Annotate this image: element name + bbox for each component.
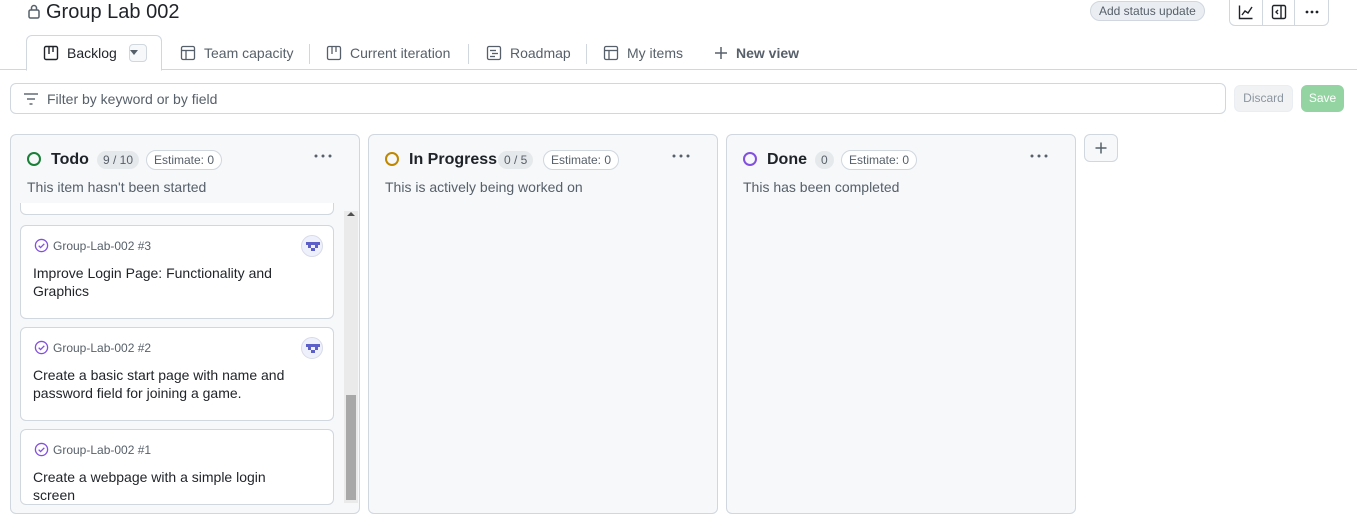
issue-card[interactable]: Group-Lab-002 #1 Create a webpage with a… <box>20 429 334 505</box>
column-estimate-badge: Estimate: 0 <box>543 150 620 170</box>
avatar[interactable] <box>301 235 323 257</box>
tab-label: Team capacity <box>204 45 294 61</box>
column-count-badge: 0 / 5 <box>498 151 534 169</box>
view-tabs: Backlog Team capacity Current iteration … <box>0 30 1357 71</box>
view-toolbar <box>1229 0 1329 26</box>
tab-label: Backlog <box>67 45 117 61</box>
scrollbar-thumb[interactable] <box>346 395 356 500</box>
avatar[interactable] <box>301 337 323 359</box>
plus-icon <box>715 47 727 59</box>
add-column-button[interactable] <box>1084 134 1118 162</box>
table-icon <box>180 45 196 61</box>
filter-icon <box>24 93 38 105</box>
card-repo-label: Group-Lab-002 #3 <box>53 239 152 253</box>
add-status-update-button[interactable]: Add status update <box>1090 1 1205 21</box>
tab-label: Current iteration <box>350 45 451 61</box>
status-open-icon <box>27 152 41 166</box>
column-todo: Todo 9 / 10 Estimate: 0 This item hasn't… <box>10 134 360 514</box>
tab-current-iteration[interactable]: Current iteration <box>326 36 450 70</box>
issue-open-icon <box>34 340 49 355</box>
project-header: Group Lab 002 Add status update <box>0 0 1357 30</box>
lock-icon <box>28 4 40 19</box>
insights-button[interactable] <box>1230 0 1263 25</box>
card-title[interactable]: Create a webpage with a simple login scr… <box>33 468 293 504</box>
avatar-identicon <box>306 344 320 353</box>
column-description: This has been completed <box>743 179 900 195</box>
filter-bar <box>10 83 1226 114</box>
card-list: Group-Lab-002 #3 Improve Login Page: Fun… <box>19 203 361 515</box>
table-icon <box>603 45 619 61</box>
column-menu-icon[interactable] <box>1029 148 1049 164</box>
tab-team-capacity[interactable]: Team capacity <box>180 36 293 70</box>
issue-open-icon <box>34 442 49 457</box>
column-description: This is actively being worked on <box>385 179 583 195</box>
tab-label: My items <box>627 45 683 61</box>
column-count-badge: 0 <box>815 151 834 169</box>
card-repo-label: Group-Lab-002 #1 <box>53 443 152 457</box>
column-menu-icon[interactable] <box>313 148 333 164</box>
board-icon <box>43 45 59 61</box>
insights-icon <box>1238 5 1253 19</box>
column-done: Done 0 Estimate: 0 This has been complet… <box>726 134 1076 514</box>
tab-backlog[interactable]: Backlog <box>26 35 162 71</box>
tab-roadmap[interactable]: Roadmap <box>486 36 571 70</box>
discard-button[interactable]: Discard <box>1234 85 1293 112</box>
issue-card[interactable]: Group-Lab-002 #3 Improve Login Page: Fun… <box>20 225 334 319</box>
column-title: In Progress <box>409 151 498 168</box>
column-count-badge: 9 / 10 <box>97 151 140 169</box>
sidebar-icon <box>1271 4 1286 19</box>
column-title: Todo <box>51 151 89 168</box>
plus-icon <box>1095 142 1107 154</box>
card-title[interactable]: Improve Login Page: Functionality and Gr… <box>33 264 293 300</box>
status-done-icon <box>743 152 757 166</box>
tab-my-items[interactable]: My items <box>603 36 683 70</box>
card-repo-label: Group-Lab-002 #2 <box>53 341 152 355</box>
triangle-down-icon <box>130 50 138 55</box>
tab-divider <box>309 44 310 64</box>
roadmap-icon <box>486 45 502 61</box>
issue-card[interactable] <box>20 203 334 215</box>
card-title[interactable]: Create a basic start page with name and … <box>33 366 293 402</box>
column-title: Done <box>767 151 807 168</box>
view-options-dropdown[interactable] <box>129 44 147 62</box>
more-icon <box>1305 10 1319 13</box>
tab-divider <box>586 44 587 64</box>
column-estimate-badge: Estimate: 0 <box>146 150 223 170</box>
scroll-up-arrow-icon[interactable] <box>346 209 356 219</box>
tab-label: New view <box>736 45 800 61</box>
page-title: Group Lab 002 <box>46 1 180 23</box>
tab-label: Roadmap <box>510 45 571 61</box>
board-icon <box>326 45 342 61</box>
save-button[interactable]: Save <box>1301 85 1344 112</box>
issue-open-icon <box>34 238 49 253</box>
status-in-progress-icon <box>385 152 399 166</box>
tab-divider <box>468 44 469 64</box>
column-menu-icon[interactable] <box>671 148 691 164</box>
new-view-button[interactable]: New view <box>714 36 799 70</box>
column-description: This item hasn't been started <box>27 179 207 195</box>
column-estimate-badge: Estimate: 0 <box>841 150 918 170</box>
column-in-progress: In Progress 0 / 5 Estimate: 0 This is ac… <box>368 134 718 514</box>
more-options-button[interactable] <box>1295 0 1328 25</box>
sidebar-toggle-button[interactable] <box>1263 0 1296 25</box>
filter-input[interactable] <box>47 90 1207 108</box>
avatar-identicon <box>306 242 320 251</box>
issue-card[interactable]: Group-Lab-002 #2 Create a basic start pa… <box>20 327 334 421</box>
